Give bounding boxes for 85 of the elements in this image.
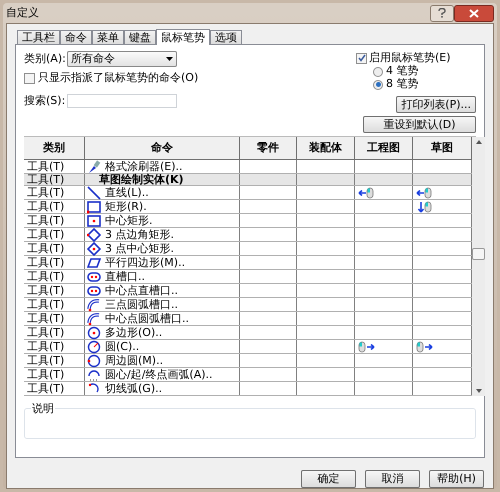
dialog-button[interactable]: 帮助(H) xyxy=(429,470,484,488)
help-icon xyxy=(438,8,446,18)
table-cell: 工具(T) xyxy=(27,313,64,324)
search-label: 搜索(S): xyxy=(24,92,66,109)
search-field[interactable] xyxy=(67,94,177,108)
radio-label: 8 笔势 xyxy=(386,76,418,92)
table-cell: 平行四边形(M).. xyxy=(105,257,186,268)
window-title: 自定义 xyxy=(6,4,39,21)
print-list-button[interactable]: 打印列表(P)... xyxy=(396,96,476,113)
category-label: 类别(A): xyxy=(24,50,67,67)
tab[interactable]: 选项 xyxy=(210,30,242,44)
parallelogram-icon xyxy=(87,256,101,270)
diamond-icon xyxy=(87,242,101,256)
scroll-thumb[interactable] xyxy=(472,248,485,260)
brush-icon xyxy=(87,160,101,174)
table-cell: 圆(C).. xyxy=(105,341,140,352)
column-header[interactable]: 工程图 xyxy=(355,137,413,159)
table-cell: 工具(T) xyxy=(27,215,64,226)
tab[interactable]: 鼠标笔势 xyxy=(156,29,210,45)
dialog-button[interactable]: 取消 xyxy=(365,470,420,488)
category-dropdown[interactable]: 所有命令 xyxy=(67,51,177,67)
radio-button[interactable] xyxy=(373,66,383,76)
help-button[interactable] xyxy=(430,4,454,22)
scroll-down-icon xyxy=(476,389,482,393)
slot-icon xyxy=(87,270,101,284)
table-cell: 直槽口.. xyxy=(105,271,145,282)
tab[interactable]: 键盘 xyxy=(124,30,156,44)
scrollbar[interactable] xyxy=(472,137,485,396)
table-cell: 中心点直槽口.. xyxy=(105,285,178,296)
table-cell: 圆心/起/终点画弧(A).. xyxy=(105,369,213,380)
reset-default-button[interactable]: 重设到默认(D) xyxy=(363,116,476,133)
table-cell: 工具(T) xyxy=(27,355,64,366)
arc-icon xyxy=(87,368,101,382)
dropdown-arrow-icon xyxy=(166,57,173,61)
scroll-up-icon xyxy=(476,140,482,144)
column-header[interactable]: 装配体 xyxy=(297,137,355,159)
table-cell: 工具(T) xyxy=(27,285,64,296)
tab[interactable]: 菜单 xyxy=(92,30,124,44)
table-cell: 周边圆(M).. xyxy=(105,355,164,366)
diamond-icon xyxy=(87,228,101,242)
table-cell: 工具(T) xyxy=(27,187,64,198)
rectangle-icon xyxy=(87,200,101,214)
close-button[interactable] xyxy=(454,4,494,22)
checkbox[interactable] xyxy=(356,52,367,64)
check-icon xyxy=(358,54,366,62)
table-cell: 工具(T) xyxy=(27,257,64,268)
column-header[interactable]: 零件 xyxy=(240,137,297,159)
table-cell: 矩形(R). xyxy=(105,201,147,212)
radio-label: 4 笔势 xyxy=(386,63,418,78)
column-header[interactable]: 命令 xyxy=(85,137,240,159)
table-cell: 多边形(O).. xyxy=(105,327,162,338)
table-cell: 工具(T) xyxy=(27,243,64,254)
radio-button[interactable] xyxy=(373,80,383,90)
table-cell: 中心矩形. xyxy=(105,215,152,226)
dialog-button[interactable]: 确定 xyxy=(301,470,356,488)
table-cell: 工具(T) xyxy=(27,383,64,394)
table-cell: 中心点圆弧槽口.. xyxy=(105,313,189,324)
table-cell: 切线弧(G).. xyxy=(105,383,162,394)
checkbox[interactable] xyxy=(24,72,35,84)
table-cell: 工具(T) xyxy=(27,271,64,282)
checkbox-label: 只显示指派了鼠标笔势的命令(O) xyxy=(38,70,198,86)
slot-icon xyxy=(87,284,101,298)
table-cell: 工具(T) xyxy=(27,299,64,310)
table-cell: 工具(T) xyxy=(27,161,64,172)
close-icon xyxy=(469,8,479,18)
tab[interactable]: 命令 xyxy=(60,30,92,44)
table-cell: 工具(T) xyxy=(27,369,64,380)
center-rectangle-icon xyxy=(87,214,101,228)
line-icon xyxy=(87,186,101,200)
table-cell: 工具(T) xyxy=(27,341,64,352)
table-cell: 3 点边角矩形. xyxy=(105,229,174,240)
circle-icon xyxy=(87,354,101,368)
table-cell: 工具(T) xyxy=(27,327,64,338)
tab[interactable]: 工具栏 xyxy=(17,30,60,44)
table-cell-text: 草图绘制实体(K) xyxy=(98,174,184,185)
circle-icon xyxy=(87,340,101,354)
table-cell: 三点圆弧槽口.. xyxy=(105,299,178,310)
table-cell: 格式涂刷器(E).. xyxy=(105,161,183,172)
checkbox-label: 启用鼠标笔势(E) xyxy=(369,50,451,64)
table-cell: 3 点中心矩形. xyxy=(105,243,174,254)
table-cell: 工具(T) xyxy=(27,229,64,240)
table-cell: 直线(L).. xyxy=(105,187,149,198)
column-header[interactable]: 类别 xyxy=(24,137,85,159)
table-cell: 工具(T) xyxy=(27,201,64,212)
table-cell: 工具(T) xyxy=(27,174,64,185)
